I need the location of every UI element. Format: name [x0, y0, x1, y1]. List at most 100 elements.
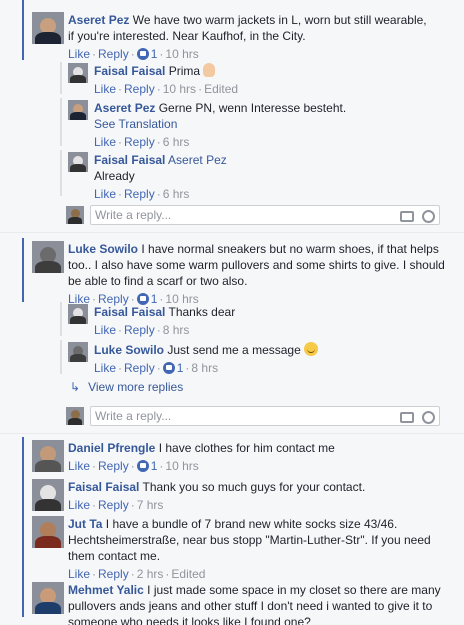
separator: [0, 232, 464, 233]
comment-author[interactable]: Faisal Faisal: [94, 64, 165, 78]
current-user-avatar: [66, 206, 84, 224]
reply-indicator: [60, 62, 62, 94]
reply-link[interactable]: Reply: [124, 187, 155, 201]
comment-text: Thank you so much guys for your contact.: [142, 480, 366, 494]
current-user-avatar: [66, 407, 84, 425]
avatar[interactable]: [68, 100, 88, 120]
comment-author[interactable]: Jut Ta: [68, 517, 102, 531]
comment-time[interactable]: 10 hrs: [165, 47, 198, 61]
edited-label[interactable]: Edited: [204, 82, 238, 96]
comment-actions: Like · Reply · 1 · 10 hrs: [68, 47, 199, 61]
like-link[interactable]: Like: [94, 187, 116, 201]
edited-label[interactable]: Edited: [171, 567, 205, 581]
comment: Aseret Pez We have two warm jackets in L…: [32, 12, 428, 62]
like-link[interactable]: Like: [68, 459, 90, 473]
avatar[interactable]: [32, 479, 64, 511]
like-link[interactable]: Like: [94, 361, 116, 375]
thread-indicator: [22, 238, 24, 302]
avatar[interactable]: [68, 152, 88, 172]
reply-arrow-icon: ↳: [70, 380, 81, 394]
reply-composer: Write a reply...: [66, 406, 440, 426]
mention-tag[interactable]: Aseret Pez: [168, 153, 227, 167]
comment-text: Just send me a message: [167, 343, 301, 357]
comment-author[interactable]: Aseret Pez: [94, 101, 155, 115]
like-link[interactable]: Like: [68, 498, 90, 512]
avatar[interactable]: [32, 516, 64, 548]
comment-time[interactable]: 10 hrs: [163, 82, 196, 96]
comment-time[interactable]: 8 hrs: [191, 361, 218, 375]
comment-actions: Like · Reply · 6 hrs: [94, 187, 190, 201]
reply-link[interactable]: Reply: [98, 459, 129, 473]
comment-text: I have clothes for him contact me: [158, 441, 335, 455]
view-more-replies[interactable]: ↳ View more replies: [70, 379, 183, 395]
comment-author[interactable]: Luke Sowilo: [68, 242, 138, 256]
reply-comment: Aseret Pez Gerne PN, wenn Interesse best…: [68, 100, 454, 150]
avatar[interactable]: [32, 440, 64, 472]
reply-link[interactable]: Reply: [98, 47, 129, 61]
comment-time[interactable]: 10 hrs: [165, 459, 198, 473]
comment-time[interactable]: 2 hrs: [137, 567, 164, 581]
avatar[interactable]: [32, 582, 64, 614]
comment-author[interactable]: Faisal Faisal: [94, 153, 165, 167]
reply-link[interactable]: Reply: [124, 82, 155, 96]
reply-input[interactable]: Write a reply...: [90, 406, 440, 426]
emoji-icon[interactable]: [422, 411, 435, 424]
see-translation-link[interactable]: See Translation: [94, 117, 177, 131]
comment: Daniel Pfrengle I have clothes for him c…: [32, 440, 428, 474]
comment-body: Luke Sowilo Just send me a message Like ·…: [94, 342, 454, 376]
separator: [0, 433, 464, 434]
reply-link[interactable]: Reply: [124, 361, 155, 375]
comment-text: Already: [94, 169, 135, 183]
thread-indicator: [22, 437, 24, 617]
avatar[interactable]: [68, 63, 88, 83]
view-more-replies-label[interactable]: View more replies: [88, 379, 183, 395]
reply-input-placeholder: Write a reply...: [95, 208, 172, 222]
comment-author[interactable]: Faisal Faisal: [94, 305, 165, 319]
comment-actions: Like · Reply · 2 hrs · Edited: [68, 567, 206, 581]
camera-icon[interactable]: [400, 211, 414, 222]
comment-body: Faisal Faisal Thank you so much guys for…: [68, 479, 428, 513]
comment-body: Jut Ta I have a bundle of 7 brand new wh…: [68, 516, 450, 582]
comment-time[interactable]: 6 hrs: [163, 187, 190, 201]
comment-actions: Like · Reply · 7 hrs: [68, 498, 164, 512]
comment-body: Faisal Faisal Prima Like · Reply · 10 hrs · Ed…: [94, 63, 454, 97]
comment-author[interactable]: Mehmet Yalic: [68, 583, 144, 597]
reply-link[interactable]: Reply: [98, 498, 129, 512]
comment-text: Thanks dear: [168, 305, 236, 319]
comment-author[interactable]: Aseret Pez: [68, 13, 129, 27]
comment-author[interactable]: Faisal Faisal: [68, 480, 139, 494]
reply-input-placeholder: Write a reply...: [95, 409, 172, 423]
avatar[interactable]: [32, 241, 64, 273]
comment: Jut Ta I have a bundle of 7 brand new wh…: [32, 516, 450, 582]
comment-author[interactable]: Luke Sowilo: [94, 343, 164, 357]
reply-input[interactable]: Write a reply...: [90, 205, 440, 225]
comment-time[interactable]: 7 hrs: [137, 498, 164, 512]
like-count-icon: [162, 362, 175, 374]
comment-author[interactable]: Daniel Pfrengle: [68, 441, 155, 455]
comment-actions: Like · Reply · 6 hrs: [94, 135, 190, 149]
reply-link[interactable]: Reply: [124, 135, 155, 149]
like-link[interactable]: Like: [94, 135, 116, 149]
comment-body: Luke Sowilo I have normal sneakers but n…: [68, 241, 450, 307]
like-link[interactable]: Like: [68, 47, 90, 61]
comment: Luke Sowilo I have normal sneakers but n…: [32, 241, 450, 307]
like-link[interactable]: Like: [94, 82, 116, 96]
avatar[interactable]: [68, 342, 88, 362]
comment-body: Aseret Pez We have two warm jackets in L…: [68, 12, 428, 62]
comment-text: I have a bundle of 7 brand new white soc…: [68, 517, 431, 563]
camera-icon[interactable]: [400, 412, 414, 423]
like-link[interactable]: Like: [68, 567, 90, 581]
emoji-icon[interactable]: [422, 210, 435, 223]
comment-actions: Like · Reply · 8 hrs: [94, 323, 190, 337]
thread-indicator: [22, 0, 24, 60]
like-count-icon: [136, 48, 149, 60]
comment-time[interactable]: 8 hrs: [163, 323, 190, 337]
avatar[interactable]: [68, 304, 88, 324]
reply-indicator: [60, 340, 62, 374]
comment-time[interactable]: 6 hrs: [163, 135, 190, 149]
avatar[interactable]: [32, 12, 64, 44]
reply-link[interactable]: Reply: [124, 323, 155, 337]
like-link[interactable]: Like: [94, 323, 116, 337]
reply-link[interactable]: Reply: [98, 567, 129, 581]
composer-icons: [400, 208, 435, 223]
